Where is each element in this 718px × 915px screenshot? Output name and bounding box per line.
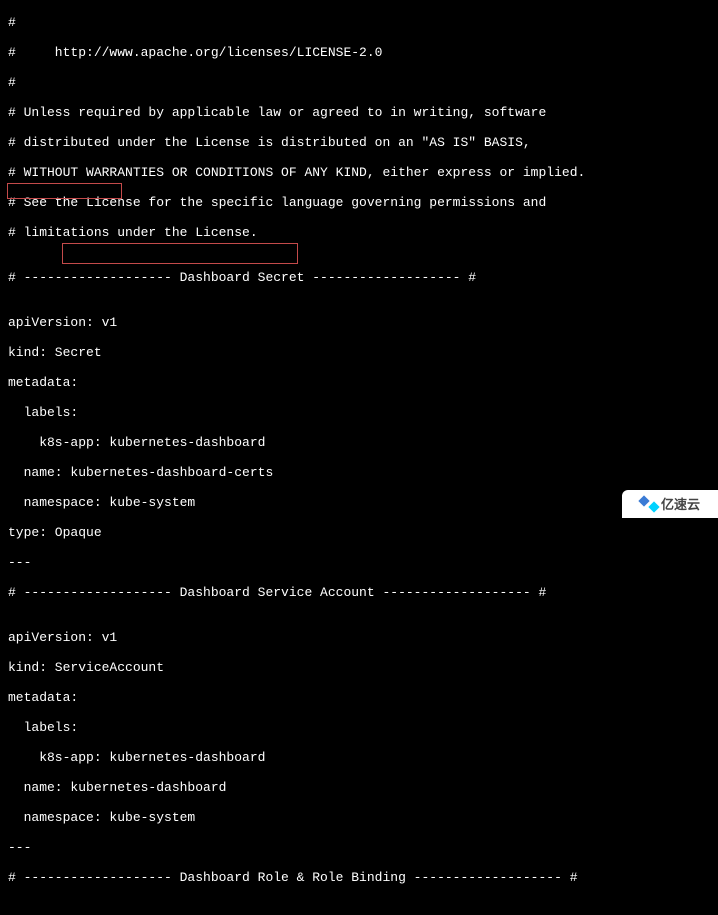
code-line: type: Opaque — [8, 525, 710, 540]
watermark-logo-icon — [640, 497, 658, 511]
code-line: # http://www.apache.org/licenses/LICENSE… — [8, 45, 710, 60]
code-line: # See the License for the specific langu… — [8, 195, 710, 210]
code-line: labels: — [8, 405, 710, 420]
code-line: # distributed under the License is distr… — [8, 135, 710, 150]
code-line: # ------------------- Dashboard Secret -… — [8, 270, 710, 285]
watermark-text: 亿速云 — [661, 497, 700, 512]
code-line: # ------------------- Dashboard Role & R… — [8, 870, 710, 885]
code-line: # Unless required by applicable law or a… — [8, 105, 710, 120]
code-line: metadata: — [8, 690, 710, 705]
code-line: namespace: kube-system — [8, 495, 710, 510]
code-line: # ------------------- Dashboard Service … — [8, 585, 710, 600]
code-line: k8s-app: kubernetes-dashboard — [8, 750, 710, 765]
code-line: # WITHOUT WARRANTIES OR CONDITIONS OF AN… — [8, 165, 710, 180]
code-line: # — [8, 75, 710, 90]
code-line: name: kubernetes-dashboard — [8, 780, 710, 795]
code-line: apiVersion: v1 — [8, 315, 710, 330]
code-line: kind: Secret — [8, 345, 710, 360]
code-line: kind: ServiceAccount — [8, 660, 710, 675]
watermark-badge: 亿速云 — [622, 490, 718, 518]
code-line: k8s-app: kubernetes-dashboard — [8, 435, 710, 450]
code-line: apiVersion: v1 — [8, 630, 710, 645]
code-block: # # http://www.apache.org/licenses/LICEN… — [8, 0, 710, 915]
code-line: labels: — [8, 720, 710, 735]
code-line: --- — [8, 840, 710, 855]
code-line: # — [8, 15, 710, 30]
code-line: metadata: — [8, 375, 710, 390]
code-line: --- — [8, 555, 710, 570]
code-line: name: kubernetes-dashboard-certs — [8, 465, 710, 480]
code-line: # limitations under the License. — [8, 225, 710, 240]
code-line: namespace: kube-system — [8, 810, 710, 825]
